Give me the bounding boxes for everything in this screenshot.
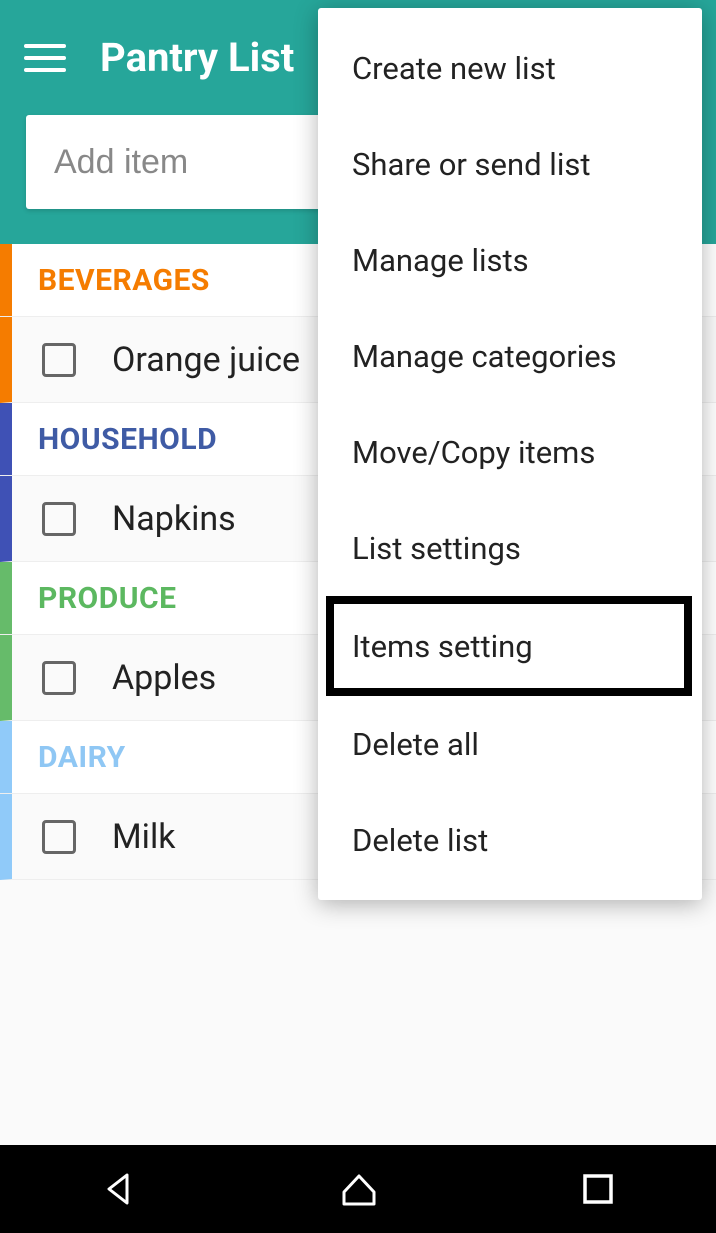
category-stripe bbox=[0, 244, 12, 316]
recents-icon[interactable] bbox=[581, 1172, 615, 1206]
menu-item[interactable]: Items setting bbox=[326, 596, 692, 696]
home-icon[interactable] bbox=[338, 1168, 380, 1210]
item-name: Apples bbox=[112, 658, 216, 698]
menu-item[interactable]: List settings bbox=[318, 500, 702, 596]
item-checkbox[interactable] bbox=[42, 343, 76, 377]
category-stripe bbox=[0, 562, 12, 634]
menu-item[interactable]: Create new list bbox=[318, 20, 702, 116]
menu-item[interactable]: Share or send list bbox=[318, 116, 702, 212]
overflow-menu: Create new listShare or send listManage … bbox=[318, 8, 702, 900]
item-checkbox[interactable] bbox=[42, 820, 76, 854]
page-title: Pantry List bbox=[100, 34, 294, 81]
menu-item[interactable]: Move/Copy items bbox=[318, 404, 702, 500]
android-navbar bbox=[0, 1145, 716, 1233]
menu-item[interactable]: Delete all bbox=[318, 696, 702, 792]
item-checkbox[interactable] bbox=[42, 502, 76, 536]
category-stripe bbox=[0, 403, 12, 475]
item-name: Orange juice bbox=[112, 340, 300, 380]
category-stripe bbox=[0, 721, 12, 793]
back-icon[interactable] bbox=[101, 1171, 137, 1207]
item-name: Napkins bbox=[112, 499, 236, 539]
item-checkbox[interactable] bbox=[42, 661, 76, 695]
item-name: Milk bbox=[112, 817, 175, 857]
hamburger-menu-icon[interactable] bbox=[24, 37, 66, 79]
menu-item[interactable]: Manage lists bbox=[318, 212, 702, 308]
menu-item[interactable]: Manage categories bbox=[318, 308, 702, 404]
menu-item[interactable]: Delete list bbox=[318, 792, 702, 888]
